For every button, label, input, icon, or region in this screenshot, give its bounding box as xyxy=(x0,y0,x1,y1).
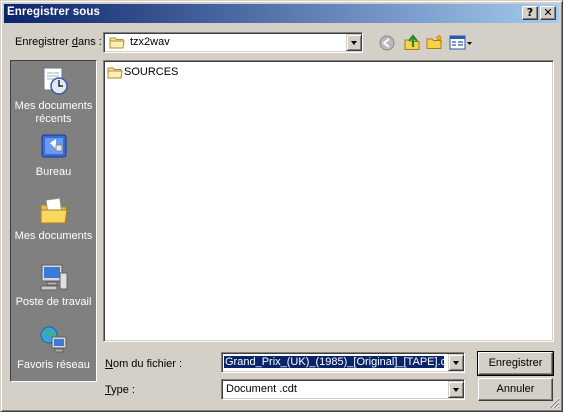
help-button[interactable]: ? xyxy=(522,6,538,20)
file-type-select[interactable]: Document .cdt xyxy=(221,379,465,400)
my-documents-icon xyxy=(40,197,68,224)
recent-documents-icon xyxy=(43,67,68,95)
network-places-icon xyxy=(40,326,66,353)
file-name: SOURCES xyxy=(124,66,179,78)
file-name-dropdown-button[interactable] xyxy=(448,354,464,371)
save-as-dialog: Enregistrer sous ? ✕ Enregistrer dans : … xyxy=(0,0,563,412)
close-button[interactable]: ✕ xyxy=(540,6,556,20)
my-computer-icon xyxy=(40,264,67,291)
up-folder-icon[interactable] xyxy=(403,33,421,51)
file-name-input[interactable]: Grand_Prix_(UK)_(1985)_[Original]_[TAPE]… xyxy=(224,356,444,368)
file-type-label: Type : xyxy=(105,384,135,396)
place-my-computer[interactable]: Poste de travail xyxy=(11,261,96,309)
resize-grip-icon[interactable] xyxy=(548,397,560,409)
file-type-value: Document .cdt xyxy=(226,383,297,395)
file-name-label: Nom du fichier : xyxy=(105,358,183,370)
desktop-icon xyxy=(41,134,66,158)
save-in-combo[interactable]: tzx2wav xyxy=(103,32,363,53)
save-in-dropdown-button[interactable] xyxy=(346,34,362,51)
folder-icon xyxy=(109,37,125,49)
back-icon[interactable] xyxy=(379,35,395,51)
cancel-button[interactable]: Annuler xyxy=(478,378,553,401)
title-bar[interactable]: Enregistrer sous ? ✕ xyxy=(4,4,559,23)
window-title: Enregistrer sous xyxy=(7,6,100,18)
save-button[interactable]: Enregistrer xyxy=(477,351,554,376)
file-list[interactable]: SOURCES xyxy=(103,60,554,342)
new-folder-icon[interactable] xyxy=(426,34,444,50)
view-menu-icon[interactable] xyxy=(449,35,473,51)
place-desktop[interactable]: Bureau xyxy=(11,131,96,179)
current-folder-name: tzx2wav xyxy=(130,36,170,48)
file-name-combo[interactable]: Grand_Prix_(UK)_(1985)_[Original]_[TAPE]… xyxy=(221,352,465,373)
places-bar: Mes documents récents Bureau Mes documen… xyxy=(10,60,97,382)
file-type-dropdown-button[interactable] xyxy=(448,381,464,398)
folder-icon xyxy=(107,67,123,79)
place-my-documents[interactable]: Mes documents xyxy=(11,195,96,243)
place-network-places[interactable]: Favoris réseau xyxy=(11,324,96,372)
save-in-label: Enregistrer dans : xyxy=(15,36,102,48)
place-recent-documents[interactable]: Mes documents récents xyxy=(11,65,96,126)
